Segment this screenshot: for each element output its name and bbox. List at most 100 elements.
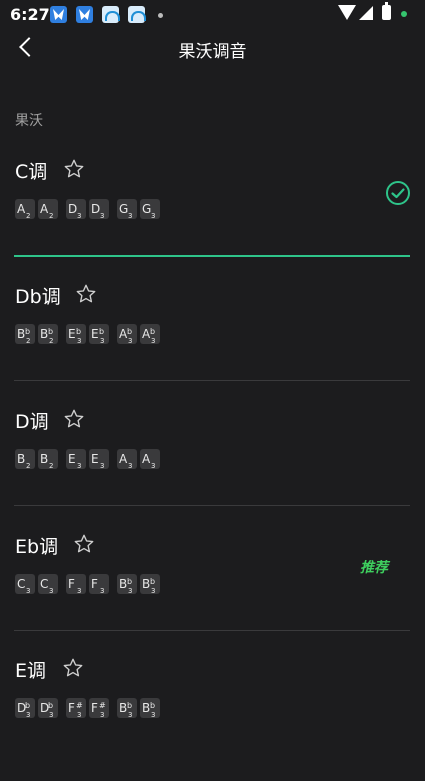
- tuning-name: Db调: [15, 286, 61, 308]
- tuning-name: E调: [15, 660, 47, 682]
- note-letter: B: [17, 452, 26, 466]
- note-octave: 2: [26, 212, 31, 220]
- note-list: Bb2Bb2Eb3Eb3Ab3Ab3: [15, 324, 168, 345]
- note-octave: 3: [77, 212, 82, 220]
- note-letter: A: [40, 202, 49, 216]
- note-chip: E3: [66, 449, 86, 470]
- note-letter: F: [68, 577, 75, 591]
- note-octave: 3: [49, 711, 54, 719]
- note-letter: E: [91, 327, 99, 341]
- note-octave: 3: [128, 337, 133, 345]
- note-pair: D3D3: [66, 199, 112, 220]
- note-octave: 3: [100, 212, 105, 220]
- privacy-indicator-dot: [401, 11, 407, 17]
- note-octave: 2: [49, 462, 54, 470]
- note-letter: A: [119, 327, 128, 341]
- circle-app-icon: [128, 6, 146, 23]
- note-letter: E: [68, 452, 76, 466]
- check-circle-icon: [386, 181, 410, 205]
- note-chip: Db3: [15, 698, 35, 719]
- note-octave: 3: [128, 711, 133, 719]
- note-pair: Db3Db3: [15, 698, 61, 719]
- bird-app-icon: [50, 6, 67, 23]
- note-letter: A: [17, 202, 26, 216]
- note-pair: B2B2: [15, 449, 61, 470]
- tuning-name: C调: [15, 161, 48, 183]
- recommend-badge: 推荐: [360, 560, 388, 576]
- star-icon[interactable]: [75, 283, 97, 305]
- note-octave: 2: [49, 212, 54, 220]
- tuning-item[interactable]: Db调 Bb 2 Bb 2 Eb 3 Eb 3 Ab 3 Ab 3: [0, 282, 425, 407]
- star-icon[interactable]: [63, 408, 85, 430]
- note-pair: F3F3: [66, 574, 112, 595]
- signal-icon: [359, 6, 373, 20]
- note-chip: Bb2: [38, 324, 58, 345]
- note-chip: G3: [117, 199, 137, 220]
- note-chip: F3: [66, 574, 86, 595]
- note-chip: Ab3: [140, 324, 160, 345]
- note-chip: Bb3: [117, 698, 137, 719]
- note-chip: A3: [117, 449, 137, 470]
- tuning-item[interactable]: Eb调 C 3 C 3 F 3 F 3 Bb 3 Bb 3: [0, 532, 425, 657]
- selected-divider: [14, 255, 410, 257]
- note-octave: 2: [26, 462, 31, 470]
- star-icon[interactable]: [73, 533, 95, 555]
- top-bar: 果沃调音: [0, 30, 425, 68]
- note-octave: 3: [128, 587, 133, 595]
- circle-app-icon: [102, 6, 120, 23]
- note-chip: Eb3: [89, 324, 109, 345]
- tuning-name: Eb调: [15, 536, 59, 558]
- status-bar: 6:27: [0, 0, 425, 30]
- note-chip: Bb3: [140, 574, 160, 595]
- tuning-item[interactable]: D调 B 2 B 2 E 3 E 3 A 3 A 3: [0, 407, 425, 532]
- note-pair: Bb3Bb3: [117, 698, 163, 719]
- note-octave: 3: [100, 587, 105, 595]
- note-letter: B: [119, 701, 128, 715]
- note-chip: Bb3: [117, 574, 137, 595]
- note-octave: 3: [49, 587, 54, 595]
- note-octave: 3: [128, 212, 133, 220]
- note-letter: D: [68, 202, 78, 216]
- note-octave: 3: [26, 587, 31, 595]
- note-pair: A3 A3: [117, 449, 163, 470]
- wifi-icon: [338, 5, 356, 20]
- note-chip: Bb2: [15, 324, 35, 345]
- note-octave: 3: [77, 462, 82, 470]
- note-octave: 2: [49, 337, 54, 345]
- tuning-item[interactable]: C调 A 2 A 2 D 3 D 3 G 3 G 3: [0, 157, 425, 282]
- status-time: 6:27: [10, 5, 50, 24]
- note-chip: F #3: [66, 698, 86, 719]
- note-letter: G: [142, 202, 152, 216]
- note-letter: E: [91, 452, 99, 466]
- note-pair: F #3 F #3: [66, 698, 112, 719]
- note-list: B2B2E3E3A3A3: [15, 449, 168, 470]
- note-chip: E3: [89, 449, 109, 470]
- note-letter: F: [91, 701, 98, 715]
- tuning-item[interactable]: E调 Db 3 Db 3 F #3 F #3 Bb 3 Bb 3: [0, 656, 425, 781]
- note-octave: 3: [151, 587, 156, 595]
- divider: [14, 505, 410, 506]
- note-list: A2A2D3D3G3G3: [15, 199, 168, 220]
- note-octave: 3: [77, 711, 82, 719]
- note-chip: A2: [38, 199, 58, 220]
- note-letter: A: [142, 452, 151, 466]
- divider: [14, 630, 410, 631]
- note-octave: 3: [100, 337, 105, 345]
- note-chip: D3: [89, 199, 109, 220]
- note-octave: 3: [151, 462, 156, 470]
- note-chip: C3: [15, 574, 35, 595]
- note-chip: B2: [15, 449, 35, 470]
- note-pair: G3G3: [117, 199, 163, 220]
- star-icon[interactable]: [63, 158, 85, 180]
- note-chip: Db3: [38, 698, 58, 719]
- note-letter: B: [40, 327, 49, 341]
- note-octave: 3: [151, 212, 156, 220]
- note-chip: C3: [38, 574, 58, 595]
- note-octave: 3: [26, 711, 31, 719]
- note-chip: Eb3: [66, 324, 86, 345]
- note-pair: Bb2Bb2: [15, 324, 61, 345]
- note-pair: C3C3: [15, 574, 61, 595]
- note-chip: B2: [38, 449, 58, 470]
- note-octave: 3: [151, 337, 156, 345]
- star-icon[interactable]: [62, 657, 84, 679]
